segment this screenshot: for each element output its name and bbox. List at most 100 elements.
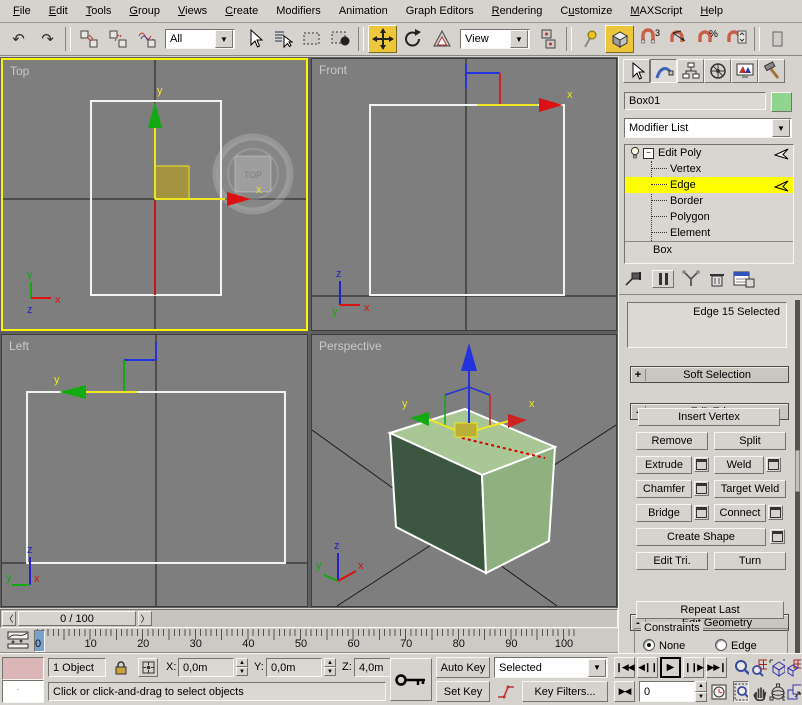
object-name-field[interactable]: Box01 [624, 92, 766, 110]
menu-views[interactable]: Views [169, 2, 216, 21]
bulb-icon[interactable] [629, 146, 641, 160]
menu-graph-editors[interactable]: Graph Editors [397, 2, 483, 21]
use-pivot-center-button[interactable] [535, 26, 562, 52]
redo-button[interactable]: ↷ [34, 26, 61, 52]
viewport-front[interactable]: Front x z y x [311, 58, 617, 331]
box-outline-front[interactable] [369, 104, 565, 296]
select-object-button[interactable] [240, 26, 267, 52]
stack-row-vertex[interactable]: Vertex [625, 161, 793, 177]
bind-to-spacewarp-button[interactable] [133, 26, 160, 52]
menu-maxscript[interactable]: MAXScript [621, 2, 691, 21]
default-tangents-button[interactable] [494, 681, 518, 702]
tab-create[interactable] [623, 59, 650, 83]
tab-modify[interactable] [650, 59, 677, 83]
menu-create[interactable]: Create [216, 2, 267, 21]
stack-row-polygon[interactable]: Polygon [625, 209, 793, 225]
select-and-move-button[interactable] [368, 25, 397, 53]
connect-button[interactable]: Connect [714, 504, 766, 522]
play-button[interactable]: ▶ [660, 657, 681, 678]
track-bar[interactable]: 0 10 20 30 40 50 60 70 80 90 100 [0, 629, 618, 653]
dropdown-arrow-icon[interactable]: ▼ [215, 30, 233, 48]
dropdown-arrow-icon[interactable]: ▼ [772, 119, 790, 137]
configure-modifier-sets-icon[interactable] [732, 270, 756, 288]
maxscript-mini-listener-pink[interactable] [2, 657, 44, 680]
previous-frame-button[interactable]: ◀❙❙ [637, 657, 658, 678]
viewport-top-label[interactable]: Top [10, 64, 29, 78]
time-slider-next-button[interactable]: 〉 [138, 611, 152, 626]
dropdown-arrow-icon[interactable]: ▼ [588, 658, 606, 677]
menu-customize[interactable]: Customize [551, 2, 621, 21]
viewport-left[interactable]: Left y z y x [1, 334, 308, 607]
bridge-button[interactable]: Bridge [636, 504, 692, 522]
split-button[interactable]: Split [714, 432, 786, 450]
selection-filter-dropdown[interactable]: All ▼ [165, 29, 235, 49]
viewport-left-canvas[interactable]: y z y x [2, 335, 307, 606]
create-shape-button[interactable]: Create Shape [636, 528, 766, 546]
angle-snap-button[interactable] [665, 26, 692, 52]
menu-group[interactable]: Group [120, 2, 169, 21]
select-by-name-button[interactable] [269, 26, 296, 52]
undo-button[interactable]: ↶ [5, 26, 32, 52]
zoom-extents-button[interactable] [769, 657, 785, 678]
make-unique-icon[interactable] [680, 270, 702, 288]
absolute-offset-toggle[interactable] [138, 658, 158, 677]
y-coord-field[interactable]: 0,0m [266, 658, 322, 677]
time-slider-prev-button[interactable]: 〈 [2, 611, 16, 626]
select-and-scale-button[interactable] [428, 26, 455, 52]
rectangular-selection-region-button[interactable] [298, 26, 325, 52]
key-filters-button[interactable]: Key Filters... [522, 681, 608, 702]
edit-tri-button[interactable]: Edit Tri. [636, 552, 708, 570]
maxscript-mini-listener-white[interactable]: . [2, 680, 44, 703]
viewport-top[interactable]: Top TOP y x y x z [1, 58, 308, 331]
key-mode-toggle-button[interactable]: ▶◀ [614, 681, 635, 702]
stack-row-border[interactable]: Border [625, 193, 793, 209]
time-slider-handle[interactable]: 0 / 100 [18, 611, 136, 626]
constraint-edge-radio[interactable]: Edge [715, 639, 757, 652]
go-to-end-button[interactable]: ▶▶❙ [706, 657, 727, 678]
panel-scrollbar[interactable] [795, 300, 800, 653]
remove-button[interactable]: Remove [636, 432, 708, 450]
stack-row-box[interactable]: Box [625, 242, 793, 258]
snap-3d-button[interactable]: 3 [636, 26, 663, 52]
modifier-list-dropdown[interactable]: Modifier List ▼ [624, 118, 792, 138]
set-key-button[interactable]: Set Key [436, 681, 490, 702]
rollout-expand-icon[interactable]: + [631, 368, 646, 381]
viewport-perspective[interactable]: Perspective y x z y x [311, 334, 617, 607]
viewport-front-label[interactable]: Front [319, 63, 347, 77]
connect-settings-button[interactable] [768, 505, 783, 520]
panel-scrollbar-thumb[interactable] [795, 450, 800, 492]
select-and-link-button[interactable] [75, 26, 102, 52]
object-color-swatch[interactable] [771, 92, 792, 112]
spinner-down-icon[interactable]: ▼ [324, 667, 336, 676]
repeat-last-button[interactable]: Repeat Last [636, 601, 784, 619]
menu-file[interactable]: File [4, 2, 40, 21]
maximize-viewport-toggle-button[interactable] [787, 681, 801, 702]
menu-edit[interactable]: Edit [40, 2, 77, 21]
create-shape-settings-button[interactable] [770, 529, 785, 544]
auto-key-button[interactable]: Auto Key [436, 657, 490, 678]
open-mini-curve-editor-button[interactable] [6, 631, 32, 650]
percent-snap-button[interactable]: % [694, 26, 721, 52]
weld-settings-button[interactable] [766, 457, 781, 472]
zoom-all-button[interactable] [751, 657, 767, 678]
next-frame-button[interactable]: ❙❙▶ [683, 657, 704, 678]
window-crossing-button[interactable] [327, 26, 354, 52]
time-configuration-button[interactable] [710, 681, 728, 702]
remove-modifier-icon[interactable] [708, 270, 726, 288]
selection-lock-toggle[interactable] [112, 658, 130, 677]
arc-rotate-button[interactable] [769, 681, 785, 702]
pan-button[interactable] [751, 681, 767, 702]
constraint-none-radio[interactable]: None [643, 639, 685, 652]
spinner-up-icon[interactable]: ▲ [695, 681, 707, 692]
stack-row-edge[interactable]: Edge [625, 177, 793, 193]
move-gizmo[interactable]: y x [402, 343, 535, 438]
viewport-perspective-canvas[interactable]: y x z y x [312, 335, 616, 606]
stack-row-element[interactable]: Element [625, 225, 793, 241]
extrude-button[interactable]: Extrude [636, 456, 692, 474]
tab-hierarchy[interactable] [677, 59, 704, 83]
dropdown-arrow-icon[interactable]: ▼ [510, 30, 528, 48]
collapse-box-icon[interactable]: − [643, 147, 654, 159]
frame-spinner[interactable]: ▲ ▼ [695, 681, 707, 702]
menu-tools[interactable]: Tools [77, 2, 121, 21]
selection-set-dropdown[interactable]: Selected ▼ [494, 657, 608, 678]
